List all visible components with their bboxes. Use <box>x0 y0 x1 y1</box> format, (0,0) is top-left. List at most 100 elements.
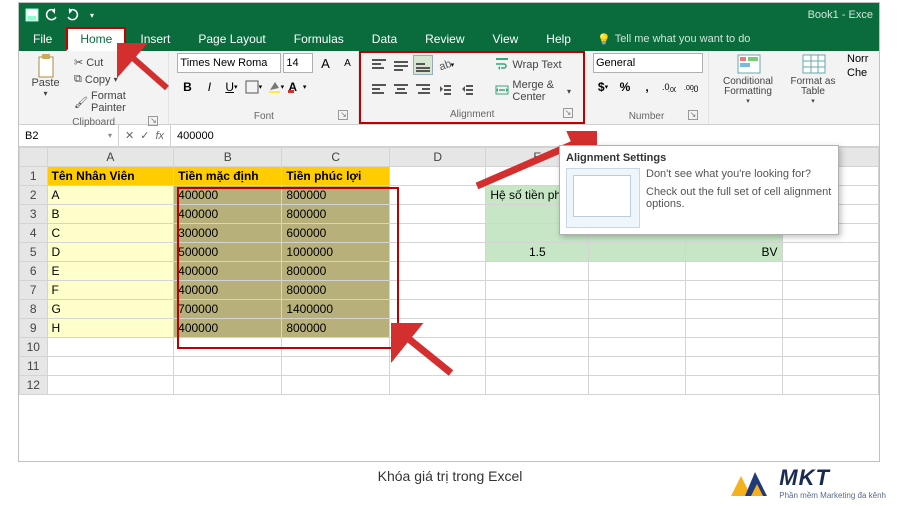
cell[interactable]: 800000 <box>282 205 390 224</box>
align-middle-icon[interactable] <box>391 55 411 75</box>
borders-button-icon[interactable]: ▾ <box>243 77 263 97</box>
cell[interactable] <box>174 338 282 357</box>
cell[interactable]: BV <box>685 243 782 262</box>
underline-button[interactable]: U▾ <box>221 77 241 97</box>
style-check[interactable]: Che <box>847 67 871 79</box>
cell[interactable] <box>685 262 782 281</box>
cell[interactable]: Tiền phúc lợi <box>282 167 390 186</box>
cell[interactable] <box>782 338 878 357</box>
cell[interactable] <box>782 243 878 262</box>
name-box[interactable]: B2▾ <box>19 125 119 146</box>
tab-file[interactable]: File <box>19 27 66 51</box>
cell[interactable] <box>47 338 174 357</box>
cell[interactable] <box>282 376 390 395</box>
cell[interactable]: A <box>47 186 174 205</box>
cell[interactable] <box>685 338 782 357</box>
tab-review[interactable]: Review <box>411 27 478 51</box>
row-header[interactable]: 11 <box>20 357 48 376</box>
align-bottom-icon[interactable] <box>413 55 433 75</box>
cell[interactable]: 400000 <box>174 186 282 205</box>
cell[interactable]: G <box>47 300 174 319</box>
cell[interactable] <box>174 376 282 395</box>
cell[interactable] <box>589 243 685 262</box>
cell[interactable]: F <box>47 281 174 300</box>
increase-font-icon[interactable]: A <box>315 53 335 73</box>
cell[interactable] <box>282 357 390 376</box>
undo-icon[interactable] <box>45 8 59 22</box>
align-top-icon[interactable] <box>369 55 389 75</box>
cell[interactable]: 800000 <box>282 319 390 338</box>
cell[interactable]: 400000 <box>174 319 282 338</box>
italic-button[interactable]: I <box>199 77 219 97</box>
align-center-icon[interactable] <box>391 79 411 99</box>
tab-page-layout[interactable]: Page Layout <box>184 27 279 51</box>
redo-icon[interactable] <box>65 8 79 22</box>
cell[interactable] <box>685 376 782 395</box>
cell[interactable] <box>685 357 782 376</box>
tell-me[interactable]: 💡 Tell me what you want to do <box>585 27 762 51</box>
cell[interactable] <box>589 338 685 357</box>
cell[interactable]: 1400000 <box>282 300 390 319</box>
cell[interactable] <box>589 262 685 281</box>
font-launcher-icon[interactable]: ↘ <box>338 110 348 120</box>
formula-value[interactable]: 400000 <box>171 130 220 142</box>
cell[interactable]: D <box>47 243 174 262</box>
col-header-A[interactable]: A <box>47 148 174 167</box>
font-color-icon[interactable]: A▾ <box>287 77 307 97</box>
cell[interactable] <box>589 281 685 300</box>
cancel-formula-icon[interactable]: ✕ <box>125 129 134 142</box>
paste-button[interactable]: Paste ▾ <box>27 53 64 98</box>
cell[interactable]: 400000 <box>174 281 282 300</box>
cell[interactable]: H <box>47 319 174 338</box>
font-size-combo[interactable] <box>283 53 313 73</box>
col-header-C[interactable]: C <box>282 148 390 167</box>
row-header[interactable]: 1 <box>20 167 48 186</box>
accounting-format-icon[interactable]: $▾ <box>593 77 613 97</box>
align-left-icon[interactable] <box>369 79 389 99</box>
wrap-text-button[interactable]: Wrap Text <box>491 55 575 74</box>
row-header[interactable]: 2 <box>20 186 48 205</box>
cell[interactable]: 1000000 <box>282 243 390 262</box>
cell[interactable] <box>174 357 282 376</box>
row-header[interactable]: 12 <box>20 376 48 395</box>
cell[interactable] <box>486 319 589 338</box>
cell[interactable]: 800000 <box>282 262 390 281</box>
format-as-table-button[interactable]: Format as Table▾ <box>787 53 839 105</box>
row-header[interactable]: 8 <box>20 300 48 319</box>
tab-formulas[interactable]: Formulas <box>280 27 358 51</box>
cell[interactable]: 400000 <box>174 205 282 224</box>
cell[interactable] <box>486 376 589 395</box>
cell[interactable] <box>589 300 685 319</box>
alignment-launcher-icon[interactable]: ↘ <box>563 108 573 118</box>
enter-formula-icon[interactable]: ✓ <box>140 129 149 142</box>
cell[interactable] <box>47 376 174 395</box>
number-format-combo[interactable] <box>593 53 703 73</box>
cell[interactable] <box>47 357 174 376</box>
cell[interactable]: 800000 <box>282 281 390 300</box>
decrease-decimal-icon[interactable]: .00.0 <box>681 77 701 97</box>
row-header[interactable]: 4 <box>20 224 48 243</box>
increase-indent-icon[interactable] <box>457 79 477 99</box>
cell[interactable] <box>390 300 486 319</box>
cell[interactable] <box>685 319 782 338</box>
style-normal[interactable]: Norr <box>847 53 871 65</box>
align-right-icon[interactable] <box>413 79 433 99</box>
cell[interactable]: Tiền mặc định <box>174 167 282 186</box>
cell[interactable] <box>486 357 589 376</box>
cell[interactable]: E <box>47 262 174 281</box>
cell[interactable] <box>390 224 486 243</box>
cell[interactable] <box>589 376 685 395</box>
cell[interactable] <box>486 281 589 300</box>
tab-view[interactable]: View <box>479 27 533 51</box>
percent-format-icon[interactable]: % <box>615 77 635 97</box>
cell[interactable] <box>782 300 878 319</box>
cell[interactable] <box>782 357 878 376</box>
merge-center-button[interactable]: Merge & Center ▾ <box>491 78 575 104</box>
cell[interactable]: C <box>47 224 174 243</box>
row-header[interactable]: 6 <box>20 262 48 281</box>
cell[interactable]: 800000 <box>282 186 390 205</box>
cell[interactable] <box>782 281 878 300</box>
cell[interactable] <box>282 338 390 357</box>
cell[interactable] <box>390 262 486 281</box>
cell[interactable] <box>390 281 486 300</box>
